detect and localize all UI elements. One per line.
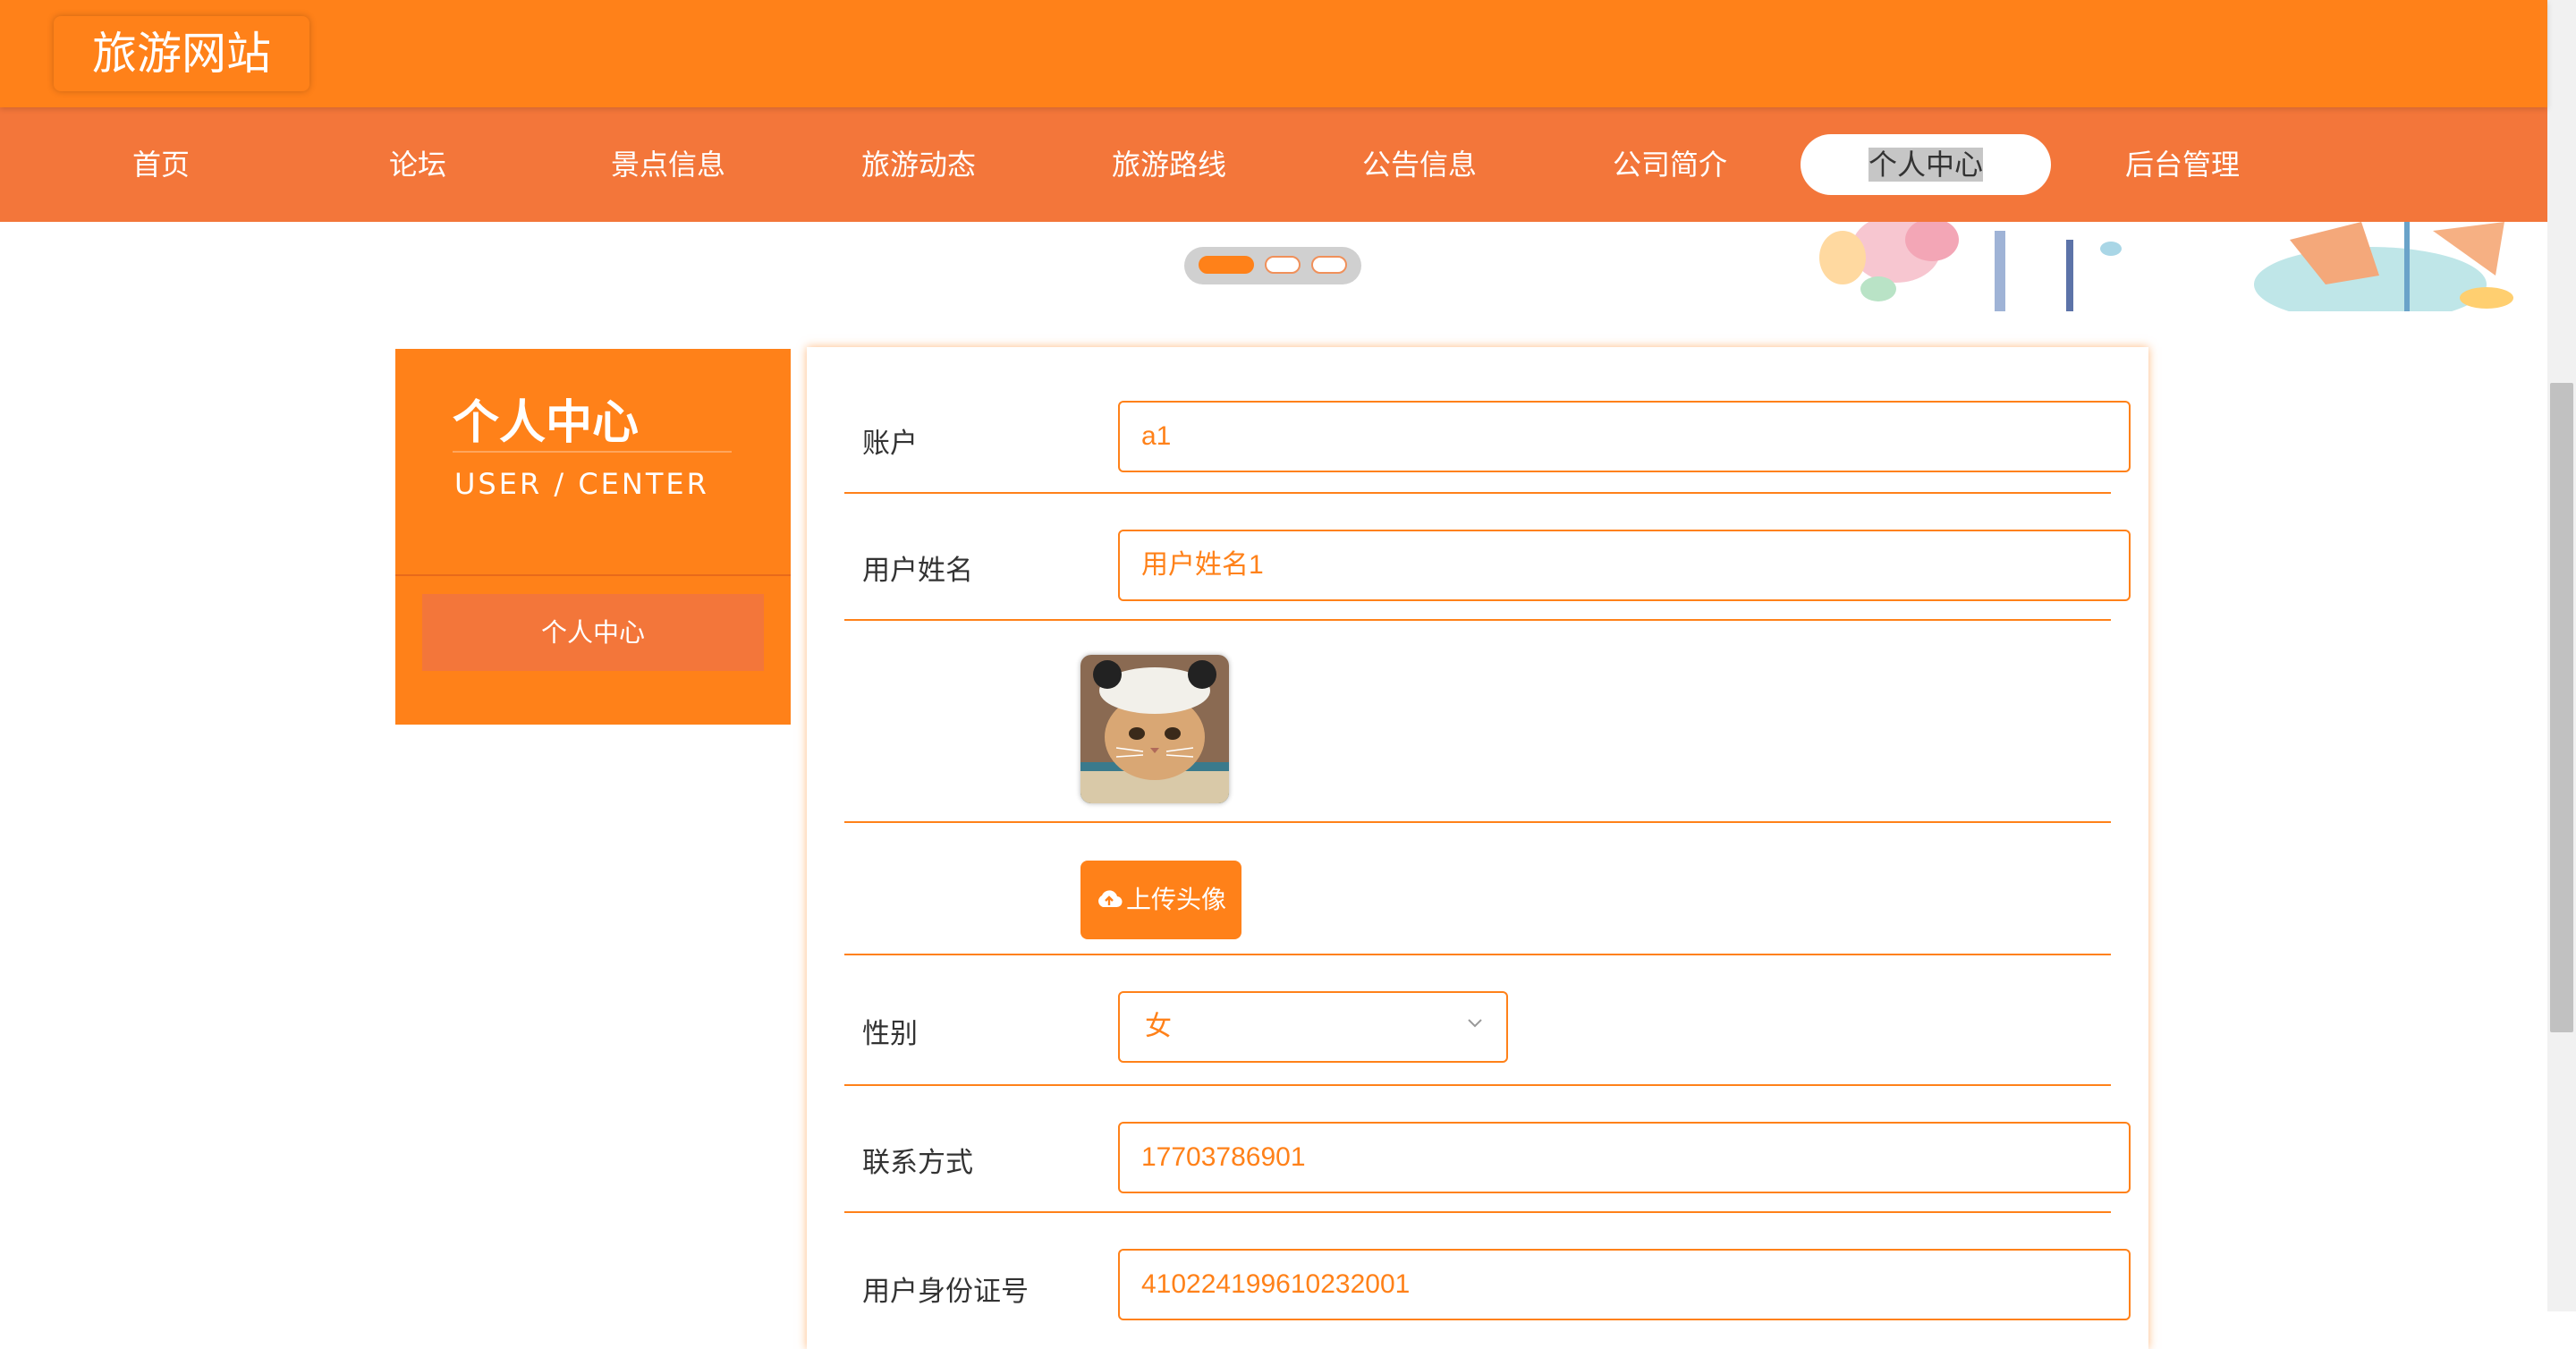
gender-select[interactable]: 女 xyxy=(1118,991,1508,1063)
page-scrollbar-track[interactable] xyxy=(2547,0,2576,1311)
page-scrollbar-thumb[interactable] xyxy=(2550,383,2573,1032)
nav-admin[interactable]: 后台管理 xyxy=(2057,134,2308,195)
nav-home[interactable]: 首页 xyxy=(36,134,286,195)
gender-label: 性别 xyxy=(862,1018,918,1050)
sidebar-item-user-center[interactable]: 个人中心 xyxy=(422,594,764,671)
main-nav: 首页 论坛 景点信息 旅游动态 旅游路线 公告信息 公司简介 个人中心 后台管理 xyxy=(0,107,2547,222)
nav-user-center-label: 个人中心 xyxy=(1868,148,1983,182)
form-row-id-number: 用户身份证号 410224199610232001 xyxy=(844,1213,2131,1347)
nav-company-profile[interactable]: 公司简介 xyxy=(1545,134,1795,195)
form-row-upload xyxy=(844,823,2111,955)
banner-watercolor-image xyxy=(1789,222,2547,311)
account-label: 账户 xyxy=(862,428,918,460)
form-row-account: 账户 a1 xyxy=(844,347,2131,494)
sidebar-divider xyxy=(453,451,732,453)
nav-travel-routes[interactable]: 旅游路线 xyxy=(1044,134,1294,195)
cloud-upload-icon xyxy=(1098,890,1123,908)
carousel-dot-1[interactable] xyxy=(1199,256,1254,274)
cat-photo-icon xyxy=(1080,655,1229,803)
sidebar-subtitle: USER / CENTER xyxy=(454,467,709,501)
username-label: 用户姓名 xyxy=(862,555,973,587)
nav-attractions[interactable]: 景点信息 xyxy=(543,134,793,195)
carousel-dot-2[interactable] xyxy=(1265,256,1301,274)
form-row-username: 用户姓名 用户姓名1 xyxy=(844,494,2131,621)
id-number-field[interactable]: 410224199610232001 xyxy=(1118,1249,2131,1320)
phone-label: 联系方式 xyxy=(862,1147,973,1179)
carousel-dot-3[interactable] xyxy=(1311,256,1347,274)
user-center-sidebar: 个人中心 USER / CENTER 个人中心 xyxy=(395,349,791,725)
nav-travel-news[interactable]: 旅游动态 xyxy=(793,134,1044,195)
avatar xyxy=(1080,655,1229,803)
site-logo[interactable]: 旅游网站 xyxy=(54,16,309,91)
form-row-avatar xyxy=(844,621,2111,823)
phone-field[interactable]: 17703786901 xyxy=(1118,1122,2131,1193)
chevron-down-icon xyxy=(1468,1019,1482,1028)
profile-form-card: 账户 a1 用户姓名 用户姓名1 上传头像 性别 女 联系方式 17703786… xyxy=(807,347,2148,1349)
gender-selected-value: 女 xyxy=(1145,1011,1172,1042)
upload-avatar-button[interactable]: 上传头像 xyxy=(1080,861,1241,939)
nav-forum[interactable]: 论坛 xyxy=(292,134,543,195)
sidebar-separator xyxy=(395,574,791,576)
username-field[interactable]: 用户姓名1 xyxy=(1118,530,2131,601)
sidebar-title: 个人中心 xyxy=(453,396,640,450)
id-number-label: 用户身份证号 xyxy=(862,1276,1029,1308)
nav-announcements[interactable]: 公告信息 xyxy=(1294,134,1545,195)
site-header: 旅游网站 xyxy=(0,0,2547,107)
nav-user-center[interactable]: 个人中心 xyxy=(1801,134,2051,195)
form-row-gender: 性别 女 xyxy=(844,955,2111,1086)
carousel-indicators xyxy=(1184,247,1361,284)
account-field[interactable]: a1 xyxy=(1118,401,2131,472)
form-row-phone: 联系方式 17703786901 xyxy=(844,1086,2131,1213)
upload-avatar-label: 上传头像 xyxy=(1125,885,1226,914)
